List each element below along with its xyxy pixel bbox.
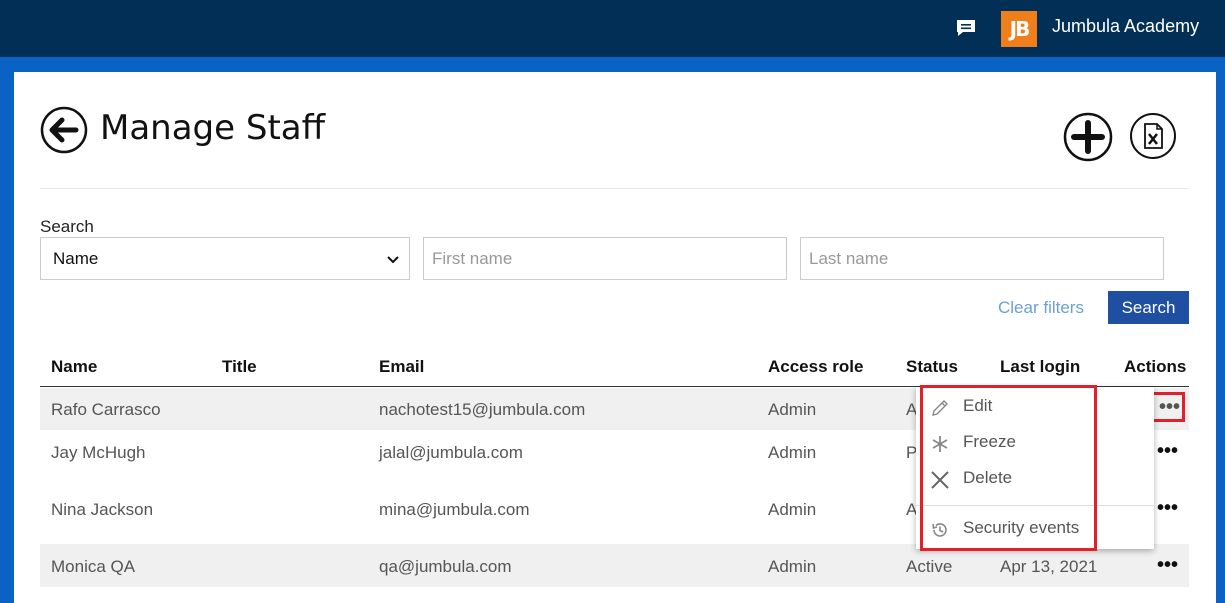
row-actions-button[interactable]: ••• [1157, 497, 1178, 520]
back-button[interactable] [40, 106, 88, 154]
org-name[interactable]: Jumbula Academy [1052, 16, 1199, 37]
search-label: Search [40, 217, 94, 236]
page-title: Manage Staff [100, 108, 326, 148]
actions-button-highlight[interactable]: ••• [1151, 392, 1185, 422]
row-email: qa@jumbula.com [379, 557, 512, 576]
column-header-email[interactable]: Email [379, 357, 424, 377]
column-header-access-role[interactable]: Access role [768, 357, 863, 377]
row-access-role: Admin [768, 557, 817, 576]
column-header-actions: Actions [1124, 357, 1187, 376]
org-logo[interactable]: JB [1001, 11, 1037, 47]
chat-icon[interactable] [955, 18, 977, 38]
row-name: Rafo Carrasco [51, 400, 161, 419]
row-status: Active [906, 557, 953, 576]
column-header-title[interactable]: Title [222, 357, 257, 377]
row-actions-button[interactable]: ••• [1157, 554, 1178, 577]
row-email: mina@jumbula.com [379, 500, 530, 519]
row-actions-button[interactable]: ••• [1159, 397, 1180, 417]
row-email: jalal@jumbula.com [379, 443, 523, 462]
export-excel-button[interactable] [1129, 112, 1177, 160]
search-type-value: Name [53, 249, 99, 268]
row-email: nachotest15@jumbula.com [379, 400, 586, 419]
last-name-input[interactable]: Last name [800, 237, 1164, 280]
search-type-select[interactable]: Name [40, 237, 410, 280]
last-name-placeholder: Last name [809, 249, 889, 268]
clear-filters-link[interactable]: Clear filters [998, 298, 1084, 318]
top-bar: JB Jumbula Academy [0, 0, 1225, 57]
column-header-last-login[interactable]: Last login [1000, 357, 1080, 377]
add-staff-button[interactable] [1063, 112, 1113, 162]
row-access-role: Admin [768, 443, 817, 462]
row-name: Monica QA [51, 557, 136, 576]
row-actions-button[interactable]: ••• [1157, 440, 1178, 463]
first-name-placeholder: First name [432, 249, 513, 268]
row-last-login: Apr 13, 2021 [1000, 557, 1098, 576]
row-access-role: Admin [768, 400, 817, 419]
header-divider [40, 188, 1189, 189]
row-access-role: Admin [768, 500, 817, 519]
search-button[interactable]: Search [1108, 291, 1189, 324]
chevron-down-icon [387, 256, 399, 264]
first-name-input[interactable]: First name [423, 237, 787, 280]
column-header-status[interactable]: Status [906, 357, 958, 377]
row-name: Nina Jackson [51, 500, 154, 519]
menu-highlight [920, 385, 1097, 551]
row-name: Jay McHugh [51, 443, 146, 462]
column-header-name[interactable]: Name [51, 357, 97, 377]
